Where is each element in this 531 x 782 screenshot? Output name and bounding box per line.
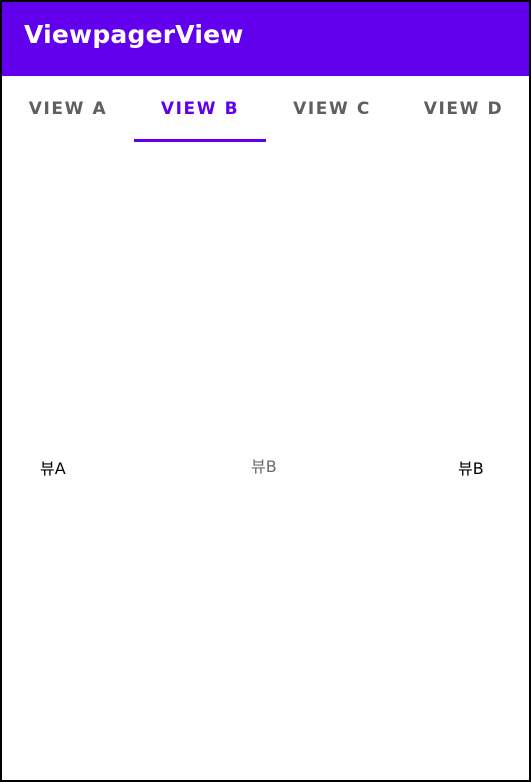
app-screen: ViewpagerView VIEW A VIEW B VIEW C VIEW … [2,2,529,780]
tab-view-b-label: VIEW B [160,99,240,119]
tab-view-d[interactable]: VIEW D [398,76,529,142]
tab-view-a[interactable]: VIEW A [2,76,134,142]
tab-view-c-label: VIEW C [293,99,371,119]
page-text-a: 뷰A [40,459,66,478]
tab-bar: VIEW A VIEW B VIEW C VIEW D [2,76,529,142]
tab-view-b[interactable]: VIEW B [134,76,266,142]
tab-view-a-label: VIEW A [28,99,108,119]
app-bar: ViewpagerView [2,2,529,76]
tab-view-c[interactable]: VIEW C [266,76,398,142]
page-text-b-right: 뷰B [458,459,484,478]
app-title: ViewpagerView [24,20,244,49]
page-text-b: 뷰B [251,457,277,476]
view-pager[interactable]: 뷰A 뷰B 뷰B [2,142,529,780]
tab-view-d-label: VIEW D [423,99,504,119]
